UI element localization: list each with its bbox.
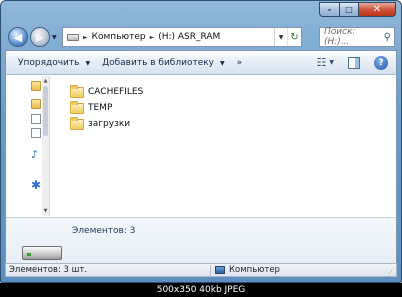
breadcrumb-computer[interactable]: Компьютер	[92, 32, 146, 42]
list-item[interactable]: загрузки	[70, 116, 143, 132]
organize-button[interactable]: Упорядочить ▼	[18, 58, 90, 68]
magnifier-icon[interactable]: ⚲	[384, 32, 391, 43]
status-location: Компьютер	[215, 265, 280, 275]
status-bar: Элементов: 3 шт. Компьютер ⋰	[5, 263, 397, 277]
status-items-count: Элементов: 3 шт.	[9, 265, 88, 275]
refresh-icon[interactable]: ↻	[287, 28, 301, 46]
folder-icon	[70, 100, 84, 114]
network-icon[interactable]: ✱	[31, 179, 41, 191]
search-placeholder: Поиск: (H:)...	[324, 27, 356, 47]
view-controls: ☷ ▼ ?	[307, 55, 397, 70]
command-bar: Упорядочить ▼ Добавить в библиотеку ▼ » ☷ …	[6, 51, 396, 75]
chevron-down-icon: ▼	[220, 59, 225, 67]
close-button[interactable]: ✕	[359, 2, 396, 17]
forward-arrow-icon: ▶	[35, 30, 45, 44]
address-bar[interactable]: ► Компьютер ► (H:) ASR_RAM ▼ ↻	[62, 27, 302, 47]
file-name: загрузки	[88, 119, 131, 129]
scroll-down-icon[interactable]: ▼	[42, 208, 49, 214]
removable-drive-icon	[22, 242, 62, 260]
scroll-thumb[interactable]	[43, 86, 48, 136]
breadcrumb-separator[interactable]: ►	[83, 34, 88, 41]
forward-button[interactable]: ▶	[30, 27, 50, 47]
add-to-library-button[interactable]: Добавить в библиотеку ▼	[102, 58, 225, 68]
library-folder-icon[interactable]	[31, 99, 41, 109]
details-items-count: Элементов: 3	[72, 226, 136, 236]
maximize-button[interactable]: □	[340, 2, 359, 17]
scroll-up-icon[interactable]: ▲	[42, 78, 49, 84]
documents-icon[interactable]	[31, 114, 41, 124]
file-name: TEMP	[88, 103, 113, 113]
image-caption: 500x350 40kb JPEG	[0, 283, 402, 297]
change-view-icon[interactable]: ☷	[317, 56, 327, 69]
list-item[interactable]: TEMP	[70, 100, 143, 116]
file-name: CACHEFILES	[88, 87, 144, 97]
address-row: ◀ ▶ ▼ ► Компьютер ► (H:) ASR_RAM ▼ ↻ Пои…	[6, 24, 396, 50]
images-icon[interactable]	[31, 128, 41, 138]
caption-buttons: – □ ✕	[319, 2, 396, 17]
explorer-client-area: Упорядочить ▼ Добавить в библиотеку ▼ » ☷ …	[5, 50, 397, 276]
preview-pane-icon[interactable]	[348, 56, 360, 69]
drive-icon	[67, 33, 79, 41]
breadcrumb-drive-h[interactable]: (H:) ASR_RAM	[158, 32, 220, 42]
back-arrow-icon: ◀	[13, 30, 23, 44]
folder-icon	[70, 116, 84, 130]
breadcrumb-separator[interactable]: ►	[150, 34, 155, 41]
organize-label: Упорядочить	[18, 57, 80, 68]
chevron-down-icon[interactable]: ▼	[329, 59, 334, 66]
file-list: CACHEFILES TEMP загрузки	[70, 84, 143, 132]
address-controls: ▼ ↻	[274, 28, 301, 46]
nav-scrollbar[interactable]: ▲ ▼	[42, 76, 49, 216]
resize-grip-icon[interactable]: ⋰	[388, 267, 395, 275]
add-to-library-label: Добавить в библиотеку	[102, 57, 215, 68]
address-history-dropdown[interactable]: ▼	[275, 28, 287, 46]
recent-pages-dropdown[interactable]: ▼	[52, 34, 57, 41]
chevron-down-icon: ▼	[85, 59, 91, 67]
minimize-button[interactable]: –	[319, 2, 340, 17]
music-icon[interactable]: ♪	[31, 149, 41, 160]
favorites-folder-icon[interactable]	[31, 81, 41, 91]
list-item[interactable]: CACHEFILES	[70, 84, 143, 100]
navigation-pane[interactable]: ♪ ✱ ▲ ▼	[6, 76, 50, 216]
help-icon[interactable]: ?	[374, 55, 388, 70]
more-commands-button[interactable]: »	[237, 58, 243, 68]
search-input[interactable]: Поиск: (H:)... ⚲	[319, 27, 395, 47]
folder-icon	[70, 84, 84, 98]
status-location-label: Компьютер	[229, 265, 280, 275]
status-divider	[210, 265, 211, 277]
back-button[interactable]: ◀	[8, 27, 28, 47]
computer-icon	[215, 266, 225, 274]
